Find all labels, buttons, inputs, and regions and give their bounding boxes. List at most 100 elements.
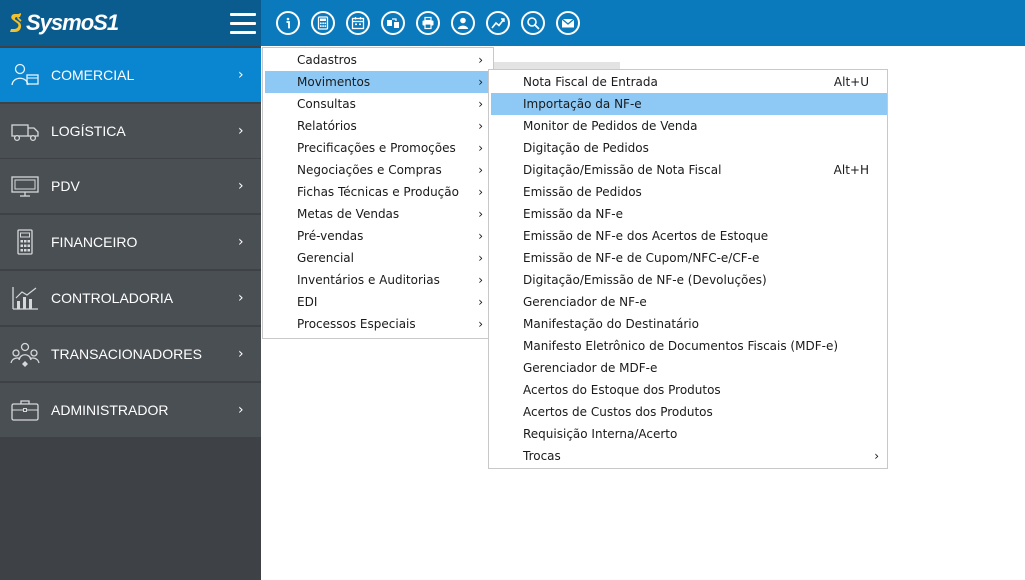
shortcut-label: Alt+H: [833, 163, 869, 177]
transfer-button[interactable]: [381, 11, 405, 35]
menu-item-label: Fichas Técnicas e Produção: [297, 185, 459, 199]
menu-item-label: Gerenciador de NF-e: [523, 295, 647, 309]
menu-item-edi[interactable]: EDI ›: [265, 291, 491, 313]
menu-item-label: EDI: [297, 295, 318, 309]
menu-item-label: Emissão de Pedidos: [523, 185, 642, 199]
menu-item-manifesto-mdfe[interactable]: Manifesto Eletrônico de Documentos Fisca…: [491, 335, 887, 357]
calculator-icon: [17, 229, 33, 255]
menu-item-gerencial[interactable]: Gerencial ›: [265, 247, 491, 269]
hamburger-menu-button[interactable]: [230, 12, 256, 34]
menu-item-pre-vendas[interactable]: Pré-vendas ›: [265, 225, 491, 247]
sidebar-item-financeiro[interactable]: FINANCEIRO ›: [0, 215, 261, 269]
transfer-icon: [387, 18, 399, 28]
top-bar: SysmoS1: [0, 0, 1025, 46]
menu-item-acertos-estoque[interactable]: Acertos do Estoque dos Produtos: [491, 379, 887, 401]
menu-item-label: Emissão de NF-e dos Acertos de Estoque: [523, 229, 769, 243]
menu-item-label: Requisição Interna/Acerto: [523, 427, 678, 441]
menu-item-relatorios[interactable]: Relatórios ›: [265, 115, 491, 137]
chevron-right-icon: ›: [238, 234, 244, 250]
menu-item-requisicao-interna[interactable]: Requisição Interna/Acerto: [491, 423, 887, 445]
people-icon: [11, 63, 39, 86]
menu-item-digitacao-pedidos[interactable]: Digitação de Pedidos: [491, 137, 887, 159]
chart-button[interactable]: [486, 11, 510, 35]
menu-item-label: Digitação/Emissão de Nota Fiscal: [523, 163, 722, 177]
menu-item-label: Precificações e Promoções: [297, 141, 456, 155]
menu-item-label: Inventários e Auditorias: [297, 273, 440, 287]
info-button[interactable]: [276, 11, 300, 35]
menu-item-emissao-nfe-devolucoes[interactable]: Digitação/Emissão de NF-e (Devoluções): [491, 269, 887, 291]
sidebar-item-pdv[interactable]: PDV ›: [0, 159, 261, 213]
menu-item-nota-fiscal-de-entrada[interactable]: Nota Fiscal de Entrada Alt+U: [491, 71, 887, 93]
menu-item-processos-especiais[interactable]: Processos Especiais ›: [265, 313, 491, 335]
calculator-icon: [317, 16, 329, 30]
menu-item-importacao-nfe[interactable]: Importação da NF-e: [491, 93, 887, 115]
menu-item-gerenciador-nfe[interactable]: Gerenciador de NF-e: [491, 291, 887, 313]
menu-item-cadastros[interactable]: Cadastros ›: [265, 49, 491, 71]
menu-item-emissao-nfe-acertos[interactable]: Emissão de NF-e dos Acertos de Estoque: [491, 225, 887, 247]
menu-item-label: Manifestação do Destinatário: [523, 317, 699, 331]
menu-item-label: Digitação/Emissão de NF-e (Devoluções): [523, 273, 767, 287]
sidebar-item-label: FINANCEIRO: [51, 234, 138, 250]
menu-item-emissao-nfe-cupom[interactable]: Emissão de NF-e de Cupom/NFC-e/CF-e: [491, 247, 887, 269]
chevron-right-icon: ›: [874, 449, 879, 463]
chevron-right-icon: ›: [478, 251, 483, 265]
bar-chart-icon: [12, 287, 38, 310]
movimentos-submenu: Nota Fiscal de Entrada Alt+U Importação …: [488, 69, 888, 469]
search-button[interactable]: [521, 11, 545, 35]
menu-item-inventarios[interactable]: Inventários e Auditorias ›: [265, 269, 491, 291]
menu-item-label: Acertos de Custos dos Produtos: [523, 405, 713, 419]
info-icon: [286, 17, 290, 29]
chevron-right-icon: ›: [478, 141, 483, 155]
sidebar-item-administrador[interactable]: ADMINISTRADOR ›: [0, 383, 261, 437]
chevron-right-icon: ›: [238, 123, 244, 139]
mail-button[interactable]: [556, 11, 580, 35]
menu-item-precificacoes[interactable]: Precificações e Promoções ›: [265, 137, 491, 159]
sidebar: COMERCIAL › LOGÍSTICA › PDV › FINANCEIRO…: [0, 46, 261, 580]
menu-item-emissao-pedidos[interactable]: Emissão de Pedidos: [491, 181, 887, 203]
menu-item-label: Relatórios: [297, 119, 357, 133]
mail-icon: [561, 18, 575, 28]
chevron-right-icon: ›: [478, 229, 483, 243]
user-button[interactable]: [451, 11, 475, 35]
sidebar-item-label: COMERCIAL: [51, 67, 135, 83]
menu-item-digitacao-emissao-nota[interactable]: Digitação/Emissão de Nota Fiscal Alt+H: [491, 159, 887, 181]
printer-icon: [422, 16, 434, 30]
menu-item-manifestacao-destinatario[interactable]: Manifestação do Destinatário: [491, 313, 887, 335]
sidebar-item-label: ADMINISTRADOR: [51, 402, 169, 418]
monitor-icon: [11, 176, 39, 197]
sidebar-item-controladoria[interactable]: CONTROLADORIA ›: [0, 271, 261, 325]
menu-item-label: Monitor de Pedidos de Venda: [523, 119, 698, 133]
menu-item-negociacoes[interactable]: Negociações e Compras ›: [265, 159, 491, 181]
sidebar-item-label: TRANSACIONADORES: [51, 346, 202, 362]
shortcut-label: Alt+U: [833, 75, 869, 89]
sidebar-item-label: LOGÍSTICA: [51, 123, 126, 139]
calculator-button[interactable]: [311, 11, 335, 35]
chevron-right-icon: ›: [478, 295, 483, 309]
comercial-submenu: Cadastros › Movimentos › Consultas › Rel…: [262, 47, 494, 339]
menu-item-emissao-nfe[interactable]: Emissão da NF-e: [491, 203, 887, 225]
user-icon: [457, 17, 469, 29]
menu-item-label: Gerencial: [297, 251, 354, 265]
menu-item-label: Metas de Vendas: [297, 207, 400, 221]
sidebar-item-logistica[interactable]: LOGÍSTICA ›: [0, 104, 261, 158]
menu-item-metas-de-vendas[interactable]: Metas de Vendas ›: [265, 203, 491, 225]
menu-item-trocas[interactable]: Trocas ›: [491, 445, 887, 467]
sidebar-item-comercial[interactable]: COMERCIAL ›: [0, 48, 261, 102]
chevron-right-icon: ›: [478, 97, 483, 111]
calendar-button[interactable]: [346, 11, 370, 35]
chevron-right-icon: ›: [478, 163, 483, 177]
menu-item-monitor-pedidos[interactable]: Monitor de Pedidos de Venda: [491, 115, 887, 137]
menu-item-label: Trocas: [523, 449, 561, 463]
chevron-right-icon: ›: [478, 185, 483, 199]
chart-icon: [491, 18, 505, 29]
menu-item-fichas-tecnicas[interactable]: Fichas Técnicas e Produção ›: [265, 181, 491, 203]
menu-item-gerenciador-mdfe[interactable]: Gerenciador de MDF-e: [491, 357, 887, 379]
sidebar-item-transacionadores[interactable]: TRANSACIONADORES ›: [0, 327, 261, 381]
menu-item-label: Importação da NF-e: [523, 97, 642, 111]
menu-item-label: Emissão de NF-e de Cupom/NFC-e/CF-e: [523, 251, 760, 265]
print-button[interactable]: [416, 11, 440, 35]
menu-item-label: Acertos do Estoque dos Produtos: [523, 383, 721, 397]
menu-item-acertos-custos[interactable]: Acertos de Custos dos Produtos: [491, 401, 887, 423]
menu-item-consultas[interactable]: Consultas ›: [265, 93, 491, 115]
menu-item-movimentos[interactable]: Movimentos ›: [265, 71, 491, 93]
